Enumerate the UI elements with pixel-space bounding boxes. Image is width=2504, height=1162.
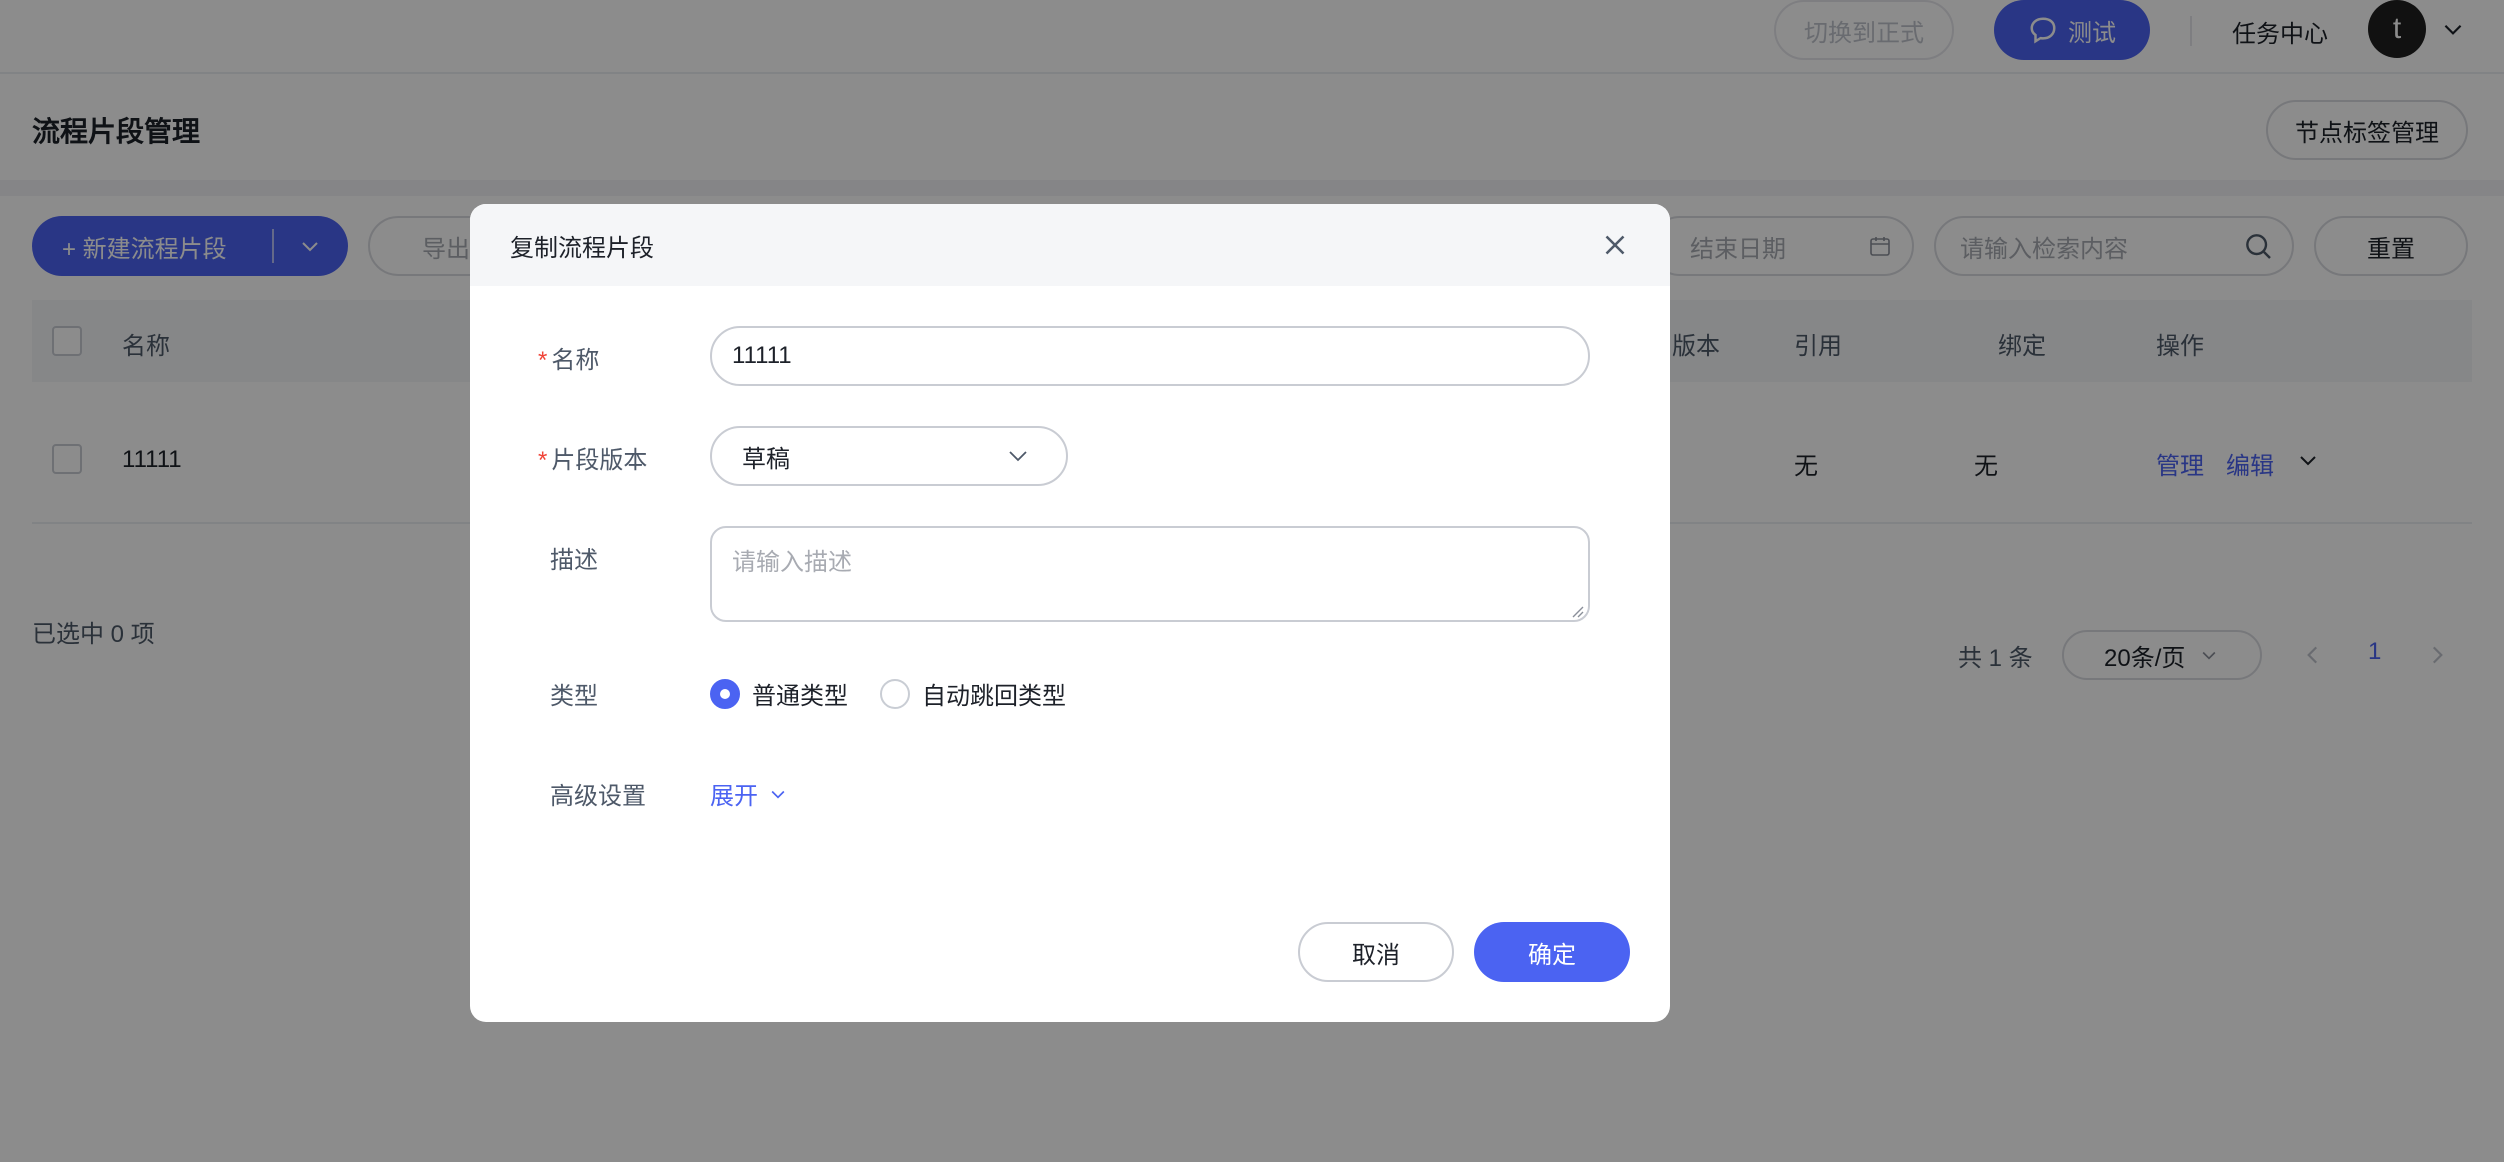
description-textarea[interactable]: 请输入描述: [710, 526, 1590, 622]
chevron-down-icon: [771, 790, 785, 799]
radio-unchecked-icon: [880, 678, 910, 709]
description-label: 描述: [550, 547, 598, 574]
name-input-value: 11111: [732, 342, 792, 369]
confirm-button[interactable]: 确定: [1474, 922, 1630, 982]
advanced-settings-label: 高级设置: [550, 783, 646, 810]
required-mark: *: [538, 447, 548, 474]
version-select-value: 草稿: [742, 445, 790, 473]
required-mark: *: [538, 347, 548, 374]
chevron-down-icon: [1009, 451, 1027, 462]
radio-checked-icon: [710, 678, 740, 709]
type-label: 类型: [550, 683, 598, 710]
version-select[interactable]: 草稿: [710, 426, 1068, 486]
type-option-normal-label: 普通类型: [752, 683, 848, 710]
dialog-header: 复制流程片段: [470, 204, 1670, 286]
version-label: * 片段版本: [538, 440, 647, 475]
resize-handle-icon[interactable]: [1570, 604, 1584, 618]
type-option-auto-return[interactable]: 自动跳回类型: [880, 676, 1066, 711]
expand-toggle[interactable]: 展开: [710, 776, 788, 811]
type-option-auto-return-label: 自动跳回类型: [922, 683, 1066, 710]
close-icon[interactable]: [1598, 228, 1632, 262]
cancel-button[interactable]: 取消: [1298, 922, 1454, 982]
version-label-text: 片段版本: [551, 447, 648, 474]
name-label-text: 名称: [551, 347, 600, 374]
copy-flow-segment-dialog: 复制流程片段 * 名称 11111 * 片段版本 草稿 描述 请输入描述 类型 普通…: [470, 204, 1670, 1022]
type-option-normal[interactable]: 普通类型: [710, 676, 848, 711]
expand-label: 展开: [710, 783, 758, 810]
description-placeholder: 请输入描述: [732, 549, 852, 576]
name-input[interactable]: 11111: [710, 326, 1590, 386]
dialog-title: 复制流程片段: [510, 234, 654, 262]
name-label: * 名称: [538, 340, 599, 375]
